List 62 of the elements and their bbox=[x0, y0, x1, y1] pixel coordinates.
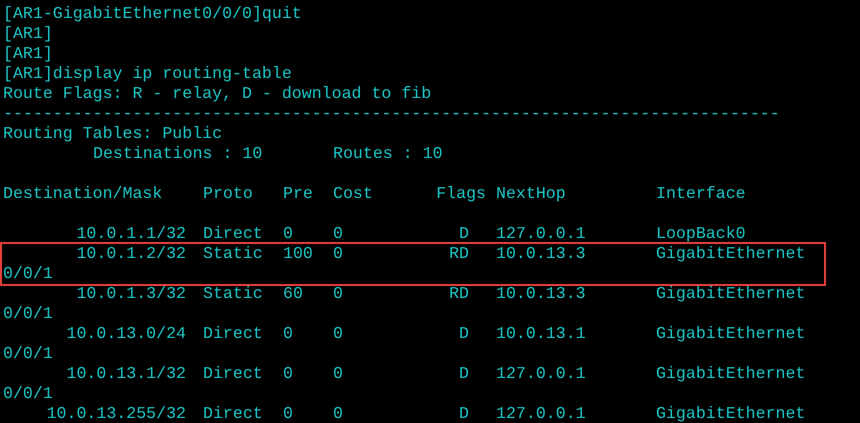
table-cell: Direct bbox=[203, 404, 263, 423]
table-cell: GigabitEthernet bbox=[656, 364, 806, 384]
table-cell: Static bbox=[203, 284, 263, 304]
table-cell-text: D bbox=[459, 324, 470, 344]
table-cell-text: 10.0.13.1/32 bbox=[66, 364, 187, 384]
table-cell: 0 bbox=[333, 404, 343, 423]
table-cell: Direct bbox=[203, 324, 263, 344]
table-cell: 0 bbox=[283, 364, 293, 384]
column-header: NextHop bbox=[496, 184, 566, 204]
table-cell: 0 bbox=[333, 324, 343, 344]
table-cell: 0 bbox=[283, 404, 293, 423]
table-cell: 10.0.13.1 bbox=[496, 324, 586, 344]
table-cell: 127.0.0.1 bbox=[496, 224, 586, 244]
table-cell-text: D bbox=[459, 404, 470, 423]
terminal-line: Route Flags: R - relay, D - download to fib bbox=[3, 84, 432, 104]
table-cell: 127.0.0.1 bbox=[496, 404, 586, 423]
table-cell: 0 bbox=[283, 224, 293, 244]
table-cell-text: D bbox=[459, 224, 470, 244]
table-cell: 60 bbox=[283, 284, 303, 304]
terminal-line: ------------------------------------------------------------------------------ bbox=[3, 104, 780, 124]
table-cell: GigabitEthernet bbox=[656, 404, 806, 423]
table-cell: Static bbox=[203, 244, 263, 264]
table-cell: 0/0/1 bbox=[3, 304, 53, 324]
routes-count: Routes : 10 bbox=[333, 144, 443, 164]
table-cell: 10.0.13.3 bbox=[496, 244, 586, 264]
column-header: Flags bbox=[436, 184, 487, 204]
table-cell: GigabitEthernet bbox=[656, 324, 806, 344]
table-title: Routing Tables: Public bbox=[3, 124, 222, 144]
table-cell-text: D bbox=[459, 364, 470, 384]
table-cell-text: 10.0.13.0/24 bbox=[66, 324, 187, 344]
table-cell: 10.0.13.3 bbox=[496, 284, 586, 304]
table-cell: 0 bbox=[333, 224, 343, 244]
table-cell-text: 10.0.13.255/32 bbox=[46, 404, 187, 423]
table-cell: GigabitEthernet bbox=[656, 284, 806, 304]
table-cell: Direct bbox=[203, 364, 263, 384]
table-cell: Direct bbox=[203, 224, 263, 244]
column-header: Destination/Mask bbox=[3, 184, 162, 204]
terminal-line: [AR1-GigabitEthernet0/0/0]quit bbox=[3, 4, 302, 24]
table-cell: 0 bbox=[333, 284, 343, 304]
column-header: Pre bbox=[283, 184, 313, 204]
column-header: Cost bbox=[333, 184, 373, 204]
table-cell: 0/0/1 bbox=[3, 344, 53, 364]
terminal-line: [AR1] bbox=[3, 24, 53, 44]
table-cell: LoopBack0 bbox=[656, 224, 746, 244]
terminal-line: [AR1]display ip routing-table bbox=[3, 64, 292, 84]
table-cell: 100 bbox=[283, 244, 313, 264]
column-header: Proto bbox=[203, 184, 253, 204]
table-cell: 0/0/1 bbox=[3, 384, 53, 404]
table-cell: 0 bbox=[333, 244, 343, 264]
table-cell: 127.0.0.1 bbox=[496, 364, 586, 384]
table-cell: GigabitEthernet bbox=[656, 244, 806, 264]
table-cell: 0 bbox=[283, 324, 293, 344]
table-cell-text: 10.0.1.1/32 bbox=[76, 224, 187, 244]
table-cell-text: 10.0.1.2/32 bbox=[76, 244, 187, 264]
column-header: Interface bbox=[656, 184, 746, 204]
table-cell-text: RD bbox=[449, 244, 470, 264]
destinations-count: Destinations : 10 bbox=[93, 144, 264, 164]
terminal-line: [AR1] bbox=[3, 44, 53, 64]
table-cell: 0/0/1 bbox=[3, 264, 53, 284]
table-cell-text: RD bbox=[449, 284, 470, 304]
table-cell: 0 bbox=[333, 364, 343, 384]
table-cell-text: 10.0.1.3/32 bbox=[76, 284, 187, 304]
